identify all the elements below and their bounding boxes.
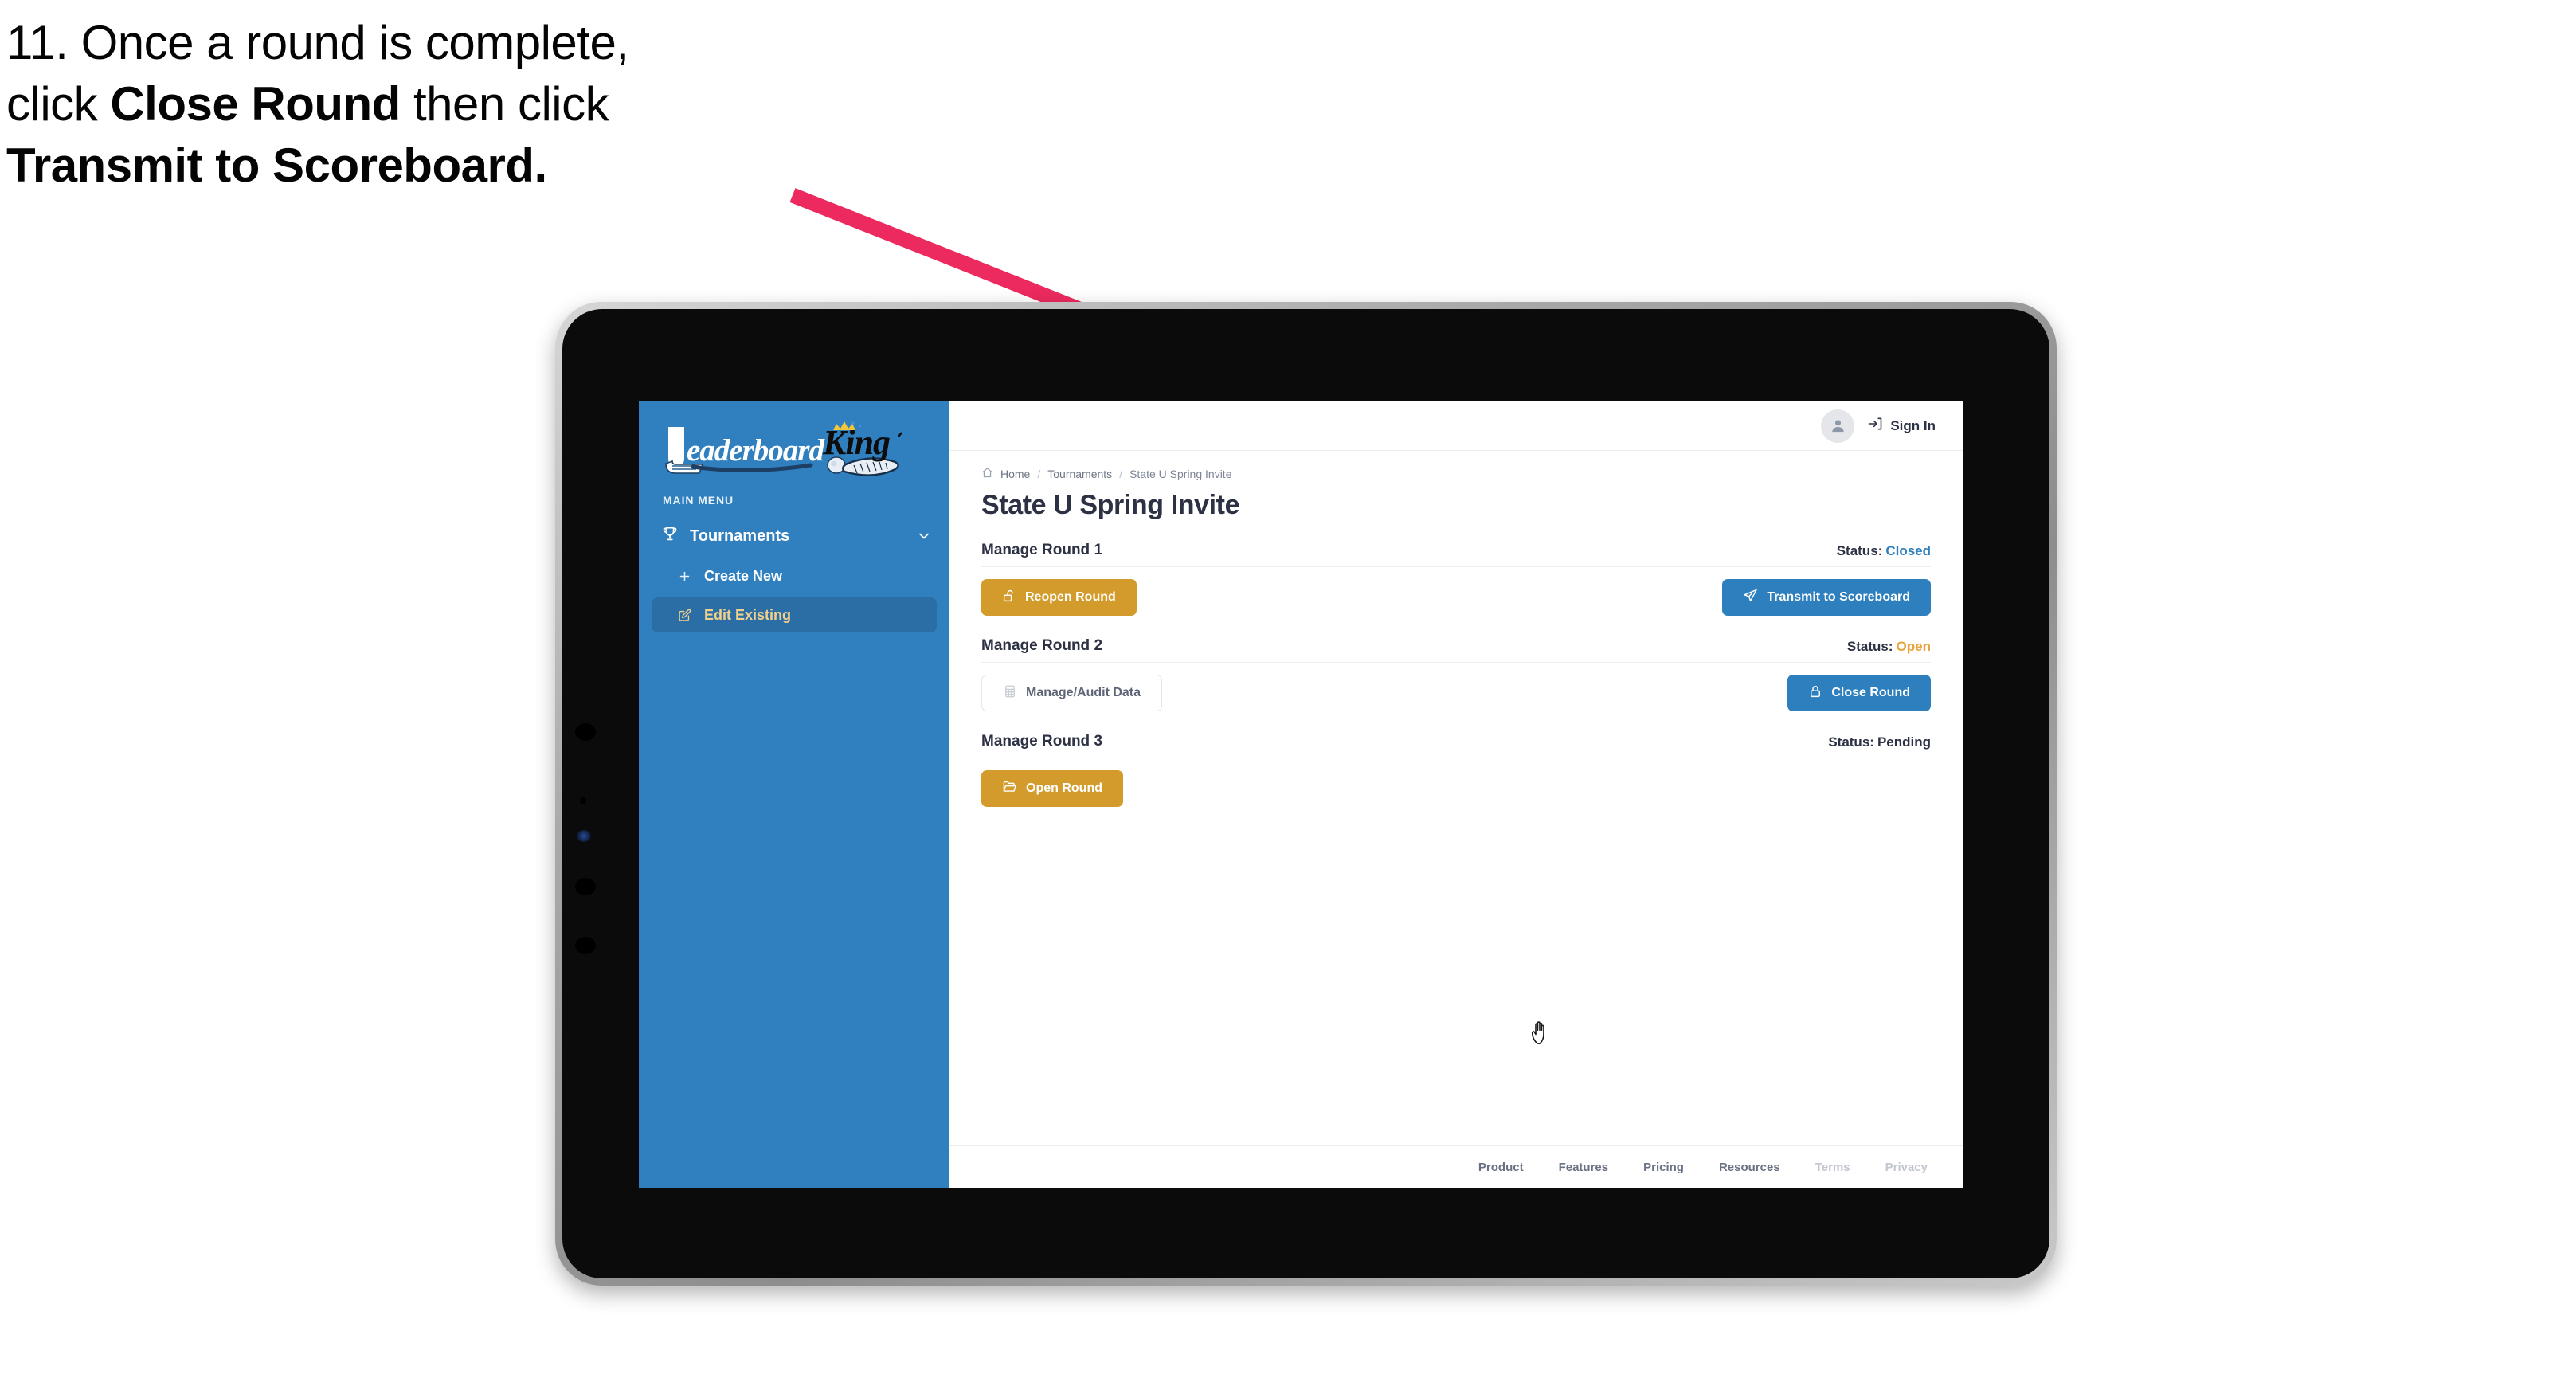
caption-line-2-pre: click xyxy=(6,77,111,131)
leaderboard-king-logo-icon: eaderboard King xyxy=(665,421,902,476)
round-1-status-label: Status: xyxy=(1836,543,1883,558)
round-1-header: Manage Round 1 Status: Closed xyxy=(981,542,1931,567)
footer-link-product[interactable]: Product xyxy=(1478,1161,1524,1174)
round-1-title: Manage Round 1 xyxy=(981,542,1103,558)
caption-line-2: click Close Round then click xyxy=(6,80,898,128)
open-round-button[interactable]: Open Round xyxy=(981,770,1123,807)
footer-link-features[interactable]: Features xyxy=(1559,1161,1609,1174)
device-sensor-4 xyxy=(575,937,596,954)
round-3-actions: Open Round xyxy=(981,769,1931,808)
device-sensor-1 xyxy=(575,723,596,741)
folder-open-icon xyxy=(1002,779,1017,798)
tablet-bezel: eaderboard King MAIN MENU Tournaments Cr… xyxy=(562,309,2049,1278)
breadcrumb-separator-1: / xyxy=(1037,468,1041,480)
round-block-2: Manage Round 2 Status: Open Manage/Audit… xyxy=(981,637,1931,712)
device-sensor-3 xyxy=(575,878,596,895)
round-block-1: Manage Round 1 Status: Closed Reopen Rou… xyxy=(981,542,1931,617)
unlock-icon xyxy=(1002,589,1016,607)
round-1-status: Status: Closed xyxy=(1837,543,1931,559)
sidebar-item-create-new[interactable]: Create New xyxy=(652,558,937,593)
chevron-down-icon[interactable] xyxy=(916,528,932,544)
reopen-round-label: Reopen Round xyxy=(1025,590,1116,604)
caption-line-3: Transmit to Scoreboard. xyxy=(6,142,898,190)
lock-icon xyxy=(1808,684,1822,703)
caption-close-round-bold: Close Round xyxy=(110,77,401,131)
plus-icon xyxy=(675,570,693,583)
device-camera-lens xyxy=(577,830,591,842)
round-block-3: Manage Round 3 Status: Pending Open Roun… xyxy=(981,733,1931,808)
breadcrumb-item-current: State U Spring Invite xyxy=(1129,468,1232,480)
transmit-to-scoreboard-button[interactable]: Transmit to Scoreboard xyxy=(1722,579,1931,616)
svg-text:King: King xyxy=(822,423,890,462)
sidebar-item-tournaments-label: Tournaments xyxy=(690,527,790,545)
round-2-title: Manage Round 2 xyxy=(981,637,1103,654)
sidebar-item-tournaments[interactable]: Tournaments xyxy=(639,518,949,554)
sidebar-item-create-new-label: Create New xyxy=(704,567,783,584)
round-3-status-value: Pending xyxy=(1877,734,1931,750)
reopen-round-button[interactable]: Reopen Round xyxy=(981,579,1137,616)
table-grid-icon xyxy=(1003,684,1017,703)
round-2-status-value: Open xyxy=(1896,639,1931,654)
close-round-button[interactable]: Close Round xyxy=(1787,675,1931,711)
round-3-status-label: Status: xyxy=(1828,734,1874,750)
tablet-device-frame: eaderboard King MAIN MENU Tournaments Cr… xyxy=(555,302,2057,1286)
avatar[interactable] xyxy=(1821,409,1855,443)
breadcrumb-item-tournaments[interactable]: Tournaments xyxy=(1047,468,1112,480)
manage-audit-data-label: Manage/Audit Data xyxy=(1026,686,1141,699)
browser-screen: eaderboard King MAIN MENU Tournaments Cr… xyxy=(639,401,1963,1188)
paper-plane-icon xyxy=(1743,588,1758,607)
sidebar: eaderboard King MAIN MENU Tournaments Cr… xyxy=(639,401,949,1188)
round-3-header: Manage Round 3 Status: Pending xyxy=(981,733,1931,758)
sign-in-label: Sign In xyxy=(1890,417,1936,433)
round-2-actions: Manage/Audit Data Close Round xyxy=(981,674,1931,712)
footer-link-resources[interactable]: Resources xyxy=(1719,1161,1780,1174)
content-area: Home / Tournaments / State U Spring Invi… xyxy=(949,451,1963,1145)
caption-transmit-bold: Transmit to Scoreboard. xyxy=(6,139,547,192)
round-2-status: Status: Open xyxy=(1847,639,1931,655)
breadcrumb-separator-2: / xyxy=(1119,468,1123,480)
round-3-title: Manage Round 3 xyxy=(981,733,1103,750)
round-1-actions: Reopen Round Transmit to Scoreboard xyxy=(981,578,1931,617)
instruction-caption: 11. Once a round is complete, click Clos… xyxy=(6,19,898,203)
sidebar-section-label: MAIN MENU xyxy=(663,494,734,507)
footer: Product Features Pricing Resources Terms… xyxy=(949,1145,1963,1188)
breadcrumb: Home / Tournaments / State U Spring Invi… xyxy=(981,467,1931,481)
sign-in-button[interactable]: Sign In xyxy=(1867,416,1936,436)
home-icon[interactable] xyxy=(981,467,993,481)
page-title: State U Spring Invite xyxy=(981,490,1240,520)
round-2-header: Manage Round 2 Status: Open xyxy=(981,637,1931,663)
footer-link-privacy[interactable]: Privacy xyxy=(1885,1161,1928,1174)
trophy-icon xyxy=(661,525,679,547)
sign-in-arrow-icon xyxy=(1867,416,1883,436)
round-2-status-label: Status: xyxy=(1846,639,1893,654)
breadcrumb-item-home[interactable]: Home xyxy=(1000,468,1030,480)
caption-line-1: 11. Once a round is complete, xyxy=(6,16,629,69)
sidebar-item-edit-existing[interactable]: Edit Existing xyxy=(652,597,937,632)
sidebar-item-edit-existing-label: Edit Existing xyxy=(704,606,792,623)
main-panel: Sign In Home / Tournaments / State U Spr… xyxy=(949,401,1963,1188)
round-3-status: Status: Pending xyxy=(1828,734,1931,750)
top-bar: Sign In xyxy=(949,401,1963,451)
caption-line-2-post: then click xyxy=(400,77,609,131)
app-logo[interactable]: eaderboard King xyxy=(639,401,949,489)
footer-link-pricing[interactable]: Pricing xyxy=(1643,1161,1684,1174)
device-sensor-2 xyxy=(580,797,586,804)
edit-pencil-icon xyxy=(675,609,693,622)
transmit-to-scoreboard-label: Transmit to Scoreboard xyxy=(1767,590,1910,604)
svg-text:eaderboard: eaderboard xyxy=(687,433,824,468)
round-1-status-value: Closed xyxy=(1885,543,1931,558)
open-round-label: Open Round xyxy=(1026,781,1102,795)
footer-link-terms[interactable]: Terms xyxy=(1815,1161,1850,1174)
close-round-label: Close Round xyxy=(1831,686,1910,699)
manage-audit-data-button[interactable]: Manage/Audit Data xyxy=(981,675,1163,711)
